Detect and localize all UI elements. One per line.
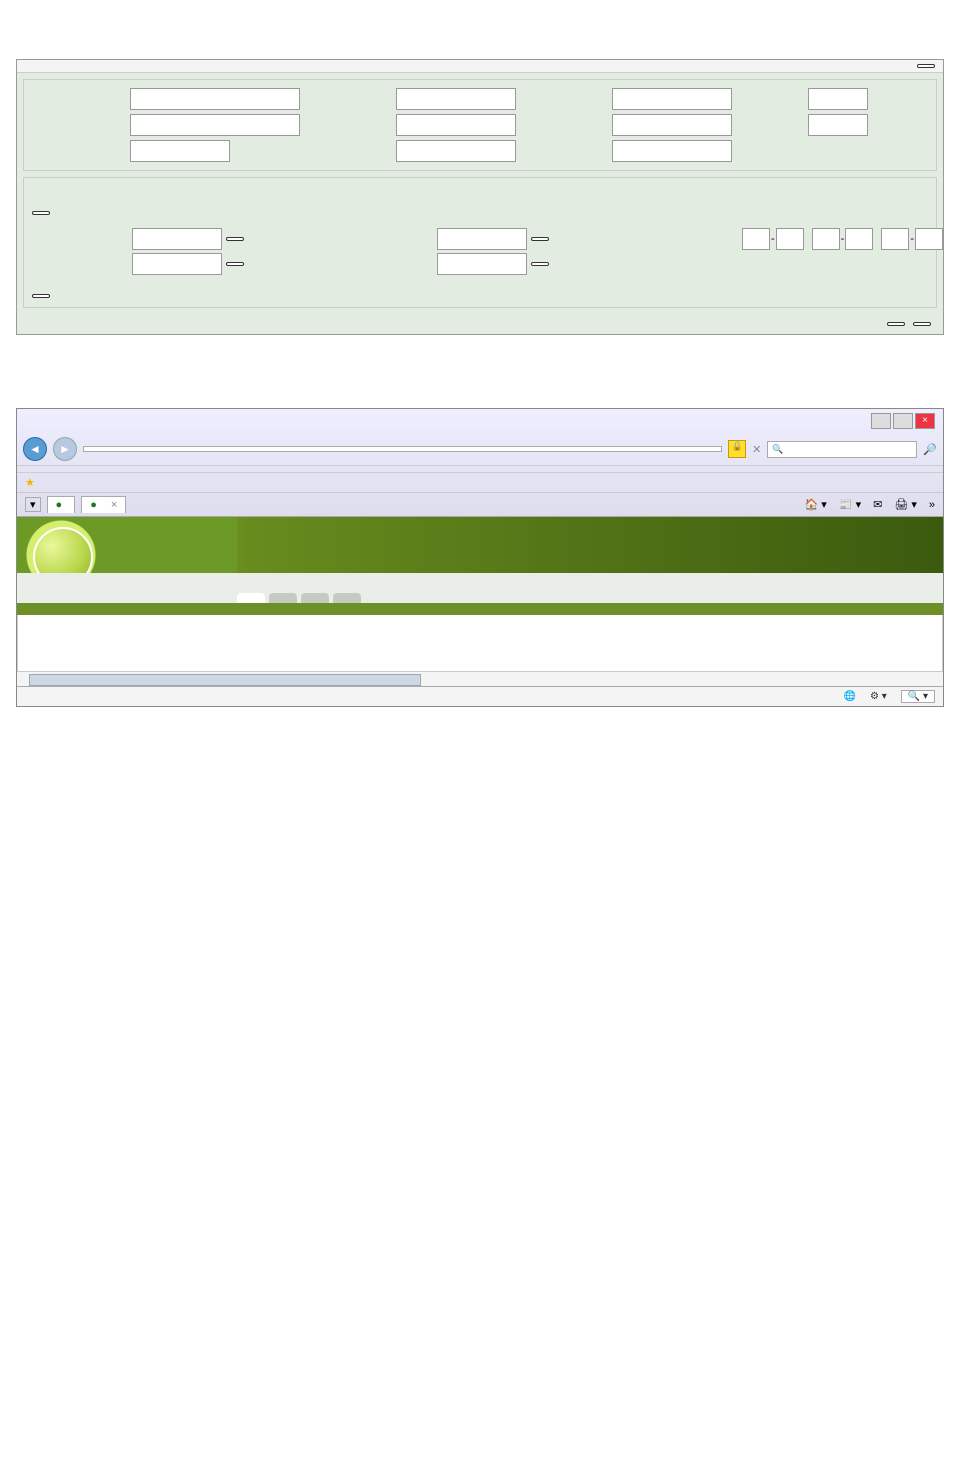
back-button[interactable] xyxy=(917,64,935,68)
hae-button[interactable] xyxy=(226,262,244,266)
ie-window: × ◄ ► 🔒 ✕ 🔍 🔎 ★ ▾ xyxy=(16,408,944,707)
tallenna-button[interactable] xyxy=(887,322,905,326)
tool-more-icon[interactable]: » xyxy=(929,499,935,511)
results-entry-app: - - - xyxy=(16,59,944,335)
search-go-icon[interactable]: 🔎 xyxy=(923,443,937,456)
era1-a[interactable] xyxy=(742,228,770,250)
match-header-panel xyxy=(23,79,937,171)
search-box[interactable]: 🔍 xyxy=(767,441,917,458)
era2-a[interactable] xyxy=(812,228,840,250)
address-bar[interactable] xyxy=(83,446,722,452)
inp-vierasjoukkue[interactable] xyxy=(396,88,516,110)
era-box-nelinpeli: - - - xyxy=(742,226,922,275)
tool-koti[interactable]: 🏠 ▾ xyxy=(805,498,827,511)
bullets-after xyxy=(0,353,960,372)
intro-text xyxy=(0,26,960,59)
hae-button[interactable] xyxy=(226,237,244,241)
minimize-icon[interactable] xyxy=(871,413,891,429)
nelinpeli-1-row: - - - xyxy=(32,226,928,275)
era1-b[interactable] xyxy=(776,228,804,250)
era3-a[interactable] xyxy=(881,228,909,250)
inp-kotijoukkue[interactable] xyxy=(130,88,300,110)
nelinpeli-home-inp-2[interactable] xyxy=(132,253,222,275)
subnav-haku[interactable] xyxy=(269,593,297,603)
titlebar xyxy=(17,60,943,73)
tool-syotteet[interactable]: 📰 ▾ xyxy=(839,498,861,511)
table-header xyxy=(32,661,928,671)
inp-ottelupaikka[interactable] xyxy=(396,114,516,136)
peru-button[interactable] xyxy=(913,322,931,326)
scrollbar-thumb[interactable] xyxy=(29,674,421,686)
inp-arvo[interactable] xyxy=(612,140,732,162)
forward-nav-icon[interactable]: ► xyxy=(53,437,77,461)
players-panel: - - - xyxy=(23,177,937,308)
era2-b[interactable] xyxy=(845,228,873,250)
inp-ottelu-pelattu[interactable] xyxy=(130,140,230,162)
subnav-kalenteri[interactable] xyxy=(237,593,265,603)
tool-sahkoposti[interactable]: ✉ xyxy=(873,498,882,511)
close-icon[interactable]: × xyxy=(915,413,935,429)
nelinpeli-home-inp-1[interactable] xyxy=(132,228,222,250)
back-nav-icon[interactable]: ◄ xyxy=(23,437,47,461)
lock-icon: 🔒 xyxy=(728,440,746,458)
page-number xyxy=(0,0,960,26)
status-bar: 🌐 ⚙ ▾ 🔍 ▾ xyxy=(17,686,943,706)
horizontal-scrollbar[interactable] xyxy=(17,671,943,686)
tab-dropdown-icon[interactable]: ▾ xyxy=(25,497,41,512)
nelinpeli-away-inp-2[interactable] xyxy=(437,253,527,275)
inp-kilpailutyyppi[interactable] xyxy=(612,114,732,136)
zoom-level[interactable]: 🔍 ▾ xyxy=(901,690,935,703)
tab-kilpailu[interactable]: ●× xyxy=(81,496,126,513)
inp-ottelun-pvm[interactable] xyxy=(130,114,300,136)
era3-b[interactable] xyxy=(915,228,943,250)
lbl-nelinpeli-1 xyxy=(32,226,122,275)
uusi-rivi-singles[interactable] xyxy=(32,211,50,215)
tab-suomen[interactable]: ● xyxy=(47,496,76,513)
secondary-nav xyxy=(237,593,361,603)
uusi-rivi-doubles[interactable] xyxy=(32,294,50,298)
protected-mode-icon[interactable]: ⚙ ▾ xyxy=(870,691,887,702)
hae-button[interactable] xyxy=(531,237,549,241)
inp-kausi[interactable] xyxy=(612,88,732,110)
site-content: 🌐 ⚙ ▾ 🔍 ▾ xyxy=(17,517,943,706)
inp-lohko[interactable] xyxy=(808,114,868,136)
subnav-tilastot[interactable] xyxy=(333,593,361,603)
tool-tulosta[interactable]: 🖨 ▾ xyxy=(894,498,917,511)
inp-kellonaika[interactable] xyxy=(396,140,516,162)
menu-bar xyxy=(17,465,943,472)
window-controls[interactable]: × xyxy=(871,413,935,429)
inp-divisioona[interactable] xyxy=(808,88,868,110)
nelinpeli-away-inp-1[interactable] xyxy=(437,228,527,250)
hae-button[interactable] xyxy=(531,262,549,266)
maximize-icon[interactable] xyxy=(893,413,913,429)
subnav-minitennis[interactable] xyxy=(301,593,329,603)
section-6 xyxy=(0,372,960,408)
